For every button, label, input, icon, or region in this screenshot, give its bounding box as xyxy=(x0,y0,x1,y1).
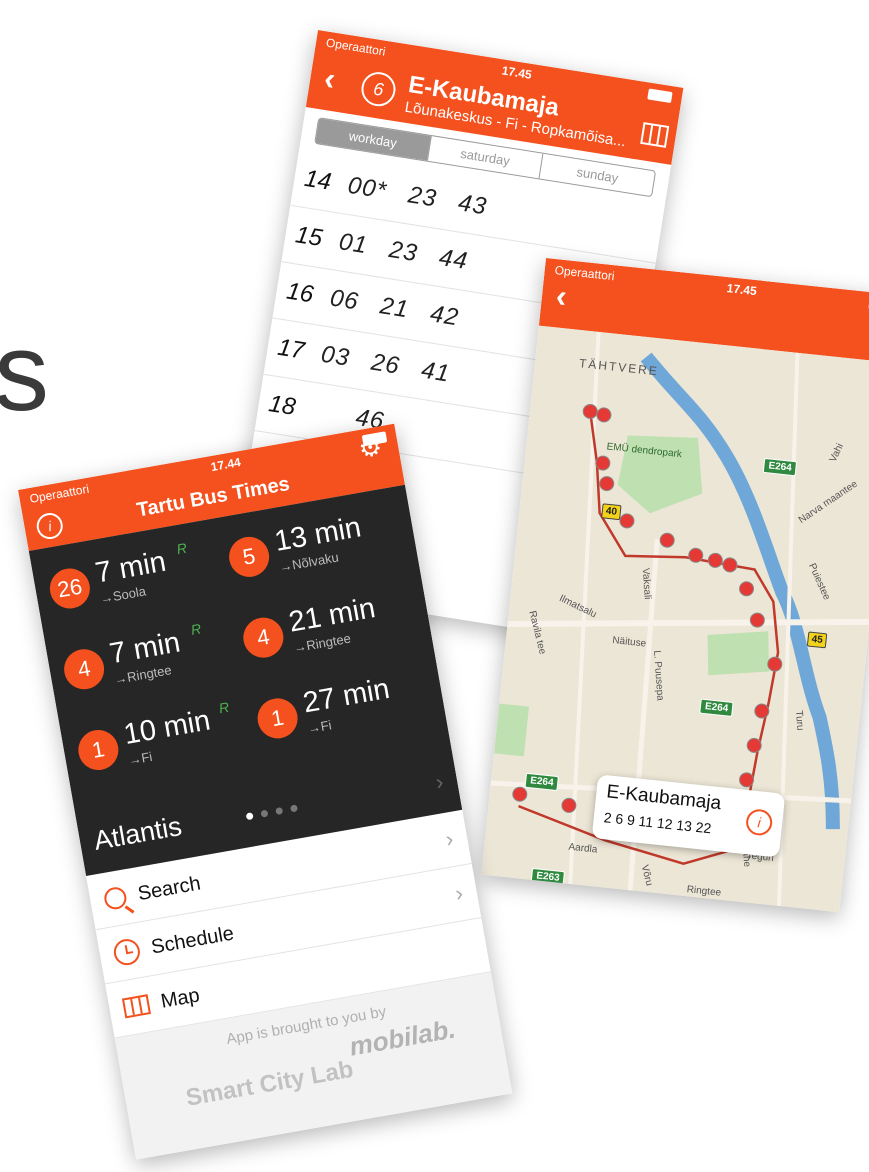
minute-cell: 01 xyxy=(337,228,370,260)
road-shield: 45 xyxy=(806,631,828,649)
stop-pin xyxy=(596,407,612,423)
menu-item-label: Schedule xyxy=(149,921,236,959)
stop-pin xyxy=(599,476,615,492)
map-screen: Operaattori 17.45 ‹ TÄHTVERE EMÜ dendrop… xyxy=(481,258,869,913)
stop-pin xyxy=(722,557,738,573)
route-badge: 1 xyxy=(75,726,122,774)
callout-routes: 2 6 9 11 12 13 22 xyxy=(603,809,713,837)
status-time: 17.45 xyxy=(500,63,533,82)
park-area xyxy=(493,703,530,757)
minute-cell: 42 xyxy=(428,300,461,332)
road-shield: E263 xyxy=(530,867,566,887)
stop-pin xyxy=(707,552,723,568)
departure-time: 10 min xyxy=(121,704,213,752)
stop-pin xyxy=(767,656,783,672)
menu-item-label: Map xyxy=(159,983,202,1013)
minute-cell: 23 xyxy=(387,236,420,268)
minute-cell: 43 xyxy=(456,189,489,221)
minute-cell: 41 xyxy=(419,356,452,388)
page-dot xyxy=(289,804,299,813)
page-dot xyxy=(245,812,254,821)
departure-time: 7 min xyxy=(107,626,183,671)
departures-panel[interactable]: 26 7 min R →Soola 5 13 min →Nõlvaku 4 7 … xyxy=(28,484,463,877)
page-dot xyxy=(260,809,269,818)
chevron-left-icon[interactable]: ‹ xyxy=(322,60,338,98)
road-shield: 40 xyxy=(601,503,622,521)
route-badge: 5 xyxy=(225,533,273,581)
realtime-badge: R xyxy=(189,620,203,638)
departure-direction: →Fi xyxy=(127,748,154,768)
chevron-right-icon: › xyxy=(453,880,465,906)
minute-cell: 44 xyxy=(437,243,470,276)
page-dot xyxy=(275,806,284,816)
route-badge: 4 xyxy=(60,646,108,693)
smart-city-lab-logo: Smart City Lab xyxy=(183,1055,356,1112)
minute-cell: 21 xyxy=(378,292,411,324)
departure-item[interactable]: 4 7 min R →Ringtee xyxy=(59,612,247,704)
status-bar: Operaattori 17.45 xyxy=(544,258,869,318)
realtime-badge: R xyxy=(175,539,189,558)
route-number-badge: 6 xyxy=(359,69,398,109)
hour-cell: 15 xyxy=(293,221,325,253)
page-indicator[interactable] xyxy=(245,804,299,821)
stop-pin xyxy=(619,513,635,529)
status-time: 17.44 xyxy=(209,455,242,475)
map-icon xyxy=(121,994,151,1019)
park-area xyxy=(707,631,769,676)
hour-cell: 17 xyxy=(275,333,307,365)
clock-icon xyxy=(111,937,142,968)
departure-time: 7 min xyxy=(92,545,169,590)
minute-cell: 23 xyxy=(406,181,439,213)
realtime-badge: R xyxy=(217,698,231,717)
search-icon xyxy=(102,885,129,912)
info-icon[interactable]: i xyxy=(744,808,774,837)
departure-direction: →Fi xyxy=(306,717,333,737)
map-label: Turu xyxy=(792,710,806,731)
departure-item[interactable]: 26 7 min R →Soola xyxy=(45,531,233,623)
departure-time: 27 min xyxy=(300,672,392,720)
map-label: Vaksali xyxy=(639,567,653,600)
stop-pin xyxy=(512,786,528,802)
minute-cell: 03 xyxy=(319,340,352,372)
departure-item[interactable]: 5 13 min →Nõlvaku xyxy=(224,500,412,592)
map-view[interactable]: TÄHTVERE EMÜ dendropark Vaksali Ilmatsal… xyxy=(481,325,869,913)
stop-pin xyxy=(739,581,755,597)
minute-cell: 26 xyxy=(369,348,402,380)
route-badge: 1 xyxy=(254,695,301,742)
chevron-right-icon[interactable]: › xyxy=(434,769,446,796)
departure-item[interactable]: 1 27 min →Fi xyxy=(253,661,441,753)
minute-cell: 00* xyxy=(345,171,389,205)
chevron-left-icon[interactable]: ‹ xyxy=(554,277,568,315)
departure-item[interactable]: 4 21 min →Ringtee xyxy=(238,580,426,672)
route-badge: 26 xyxy=(46,565,94,612)
hour-cell: 16 xyxy=(284,277,316,309)
menu-item-label: Search xyxy=(136,871,203,905)
minute-cell: 06 xyxy=(328,284,361,316)
departure-item[interactable]: 1 10 min R →Fi xyxy=(73,693,261,785)
chevron-right-icon: › xyxy=(443,825,456,852)
carrier-label: Operaattori xyxy=(28,481,91,506)
battery-icon xyxy=(647,87,673,103)
minute-cell xyxy=(332,400,336,427)
hour-cell: 14 xyxy=(302,164,334,196)
background-letter: s xyxy=(0,311,49,434)
stop-name: Atlantis xyxy=(91,810,184,856)
status-time: 17.45 xyxy=(726,281,758,299)
map-icon[interactable] xyxy=(640,122,670,148)
route-badge: 4 xyxy=(240,614,287,661)
stop-pin xyxy=(659,532,675,548)
hour-cell: 18 xyxy=(266,390,298,421)
